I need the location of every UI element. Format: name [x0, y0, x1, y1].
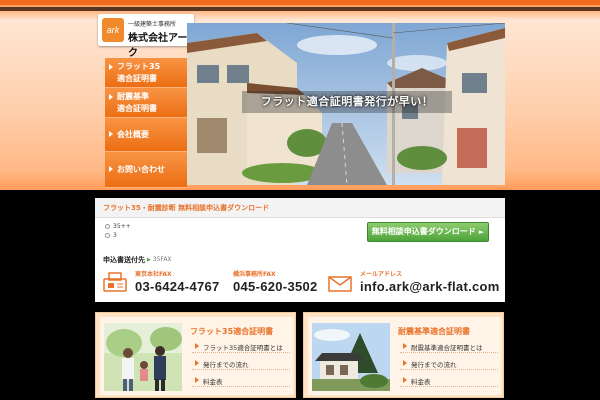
- nav-item-contact[interactable]: お問い合わせ: [105, 152, 187, 188]
- triangle-icon: ▶: [147, 257, 151, 263]
- card-link-label: 料金表: [203, 378, 223, 386]
- download-panel-header: フラット35・耐震診断 無料相談申込書ダウンロード: [95, 198, 505, 218]
- download-panel: フラット35・耐震診断 無料相談申込書ダウンロード 35++ 3 無料相談申込書…: [95, 198, 505, 302]
- card-title: フラット35適合証明書: [190, 327, 274, 336]
- card-link-label: 料金表: [411, 378, 431, 386]
- service-card-seismic: 耐震基準適合証明書 耐震基準適合証明書とは 発行までの流れ 料金表: [303, 312, 504, 398]
- radio-icon: [105, 233, 110, 238]
- contact-row: 東京本社FAX 03-6424-4767 横浜事務所FAX 045-620-35…: [95, 268, 505, 300]
- logo-subtitle: 一級建築士事務所: [128, 21, 177, 28]
- arrow-right-icon: [403, 377, 407, 383]
- card-title: 耐震基準適合証明書: [398, 327, 470, 336]
- arrow-right-icon: [195, 377, 199, 383]
- contact-label: 横浜事務所FAX: [233, 271, 276, 278]
- contact-tokyo-fax: 東京本社FAX 03-6424-4767: [103, 268, 223, 300]
- arrow-right-icon: [195, 360, 199, 366]
- logo-company-name: 株式会社アーク: [128, 33, 188, 59]
- radio-icon: [105, 224, 110, 229]
- nav-item-label: 会社概要: [117, 130, 149, 139]
- contact-label: 東京本社FAX: [135, 271, 172, 278]
- nav-item-label: 適合証明書: [117, 74, 157, 83]
- card-link-flow[interactable]: 発行までの流れ: [400, 357, 498, 370]
- option-label: 35++: [113, 223, 131, 230]
- contact-yokohama-fax: 横浜事務所FAX 045-620-3502: [223, 268, 343, 300]
- card-link-label: 発行までの流れ: [411, 361, 457, 369]
- card-link-about[interactable]: フラット35適合証明書とは: [192, 340, 290, 353]
- top-dark-strip: [0, 7, 600, 11]
- hero-banner: フラット適合証明書発行が早い！: [187, 23, 505, 185]
- nav-item-label: 耐震基準: [117, 92, 149, 101]
- company-logo[interactable]: ark 一級建築士事務所 株式会社アーク: [98, 14, 194, 59]
- top-accent-line: [0, 0, 600, 5]
- nav-item-seismic[interactable]: 耐震基準 適合証明書: [105, 88, 187, 118]
- contact-value[interactable]: 03-6424-4767: [135, 279, 220, 294]
- card-link-label: 耐震基準適合証明書とは: [411, 344, 483, 352]
- card-link-price[interactable]: 料金表: [192, 374, 290, 387]
- send-to-note: ▶ 35FAX: [147, 256, 172, 263]
- nav-item-label: お問い合わせ: [117, 165, 165, 174]
- family-photo: [104, 323, 182, 391]
- side-navigation: フラット35 適合証明書 耐震基準 適合証明書 会社概要 お問い合わせ: [105, 58, 187, 188]
- card-body: 耐震基準適合証明書 耐震基準適合証明書とは 発行までの流れ 料金表: [308, 317, 501, 395]
- card-link-label: フラット35適合証明書とは: [203, 344, 283, 352]
- contact-value[interactable]: 045-620-3502: [233, 279, 318, 294]
- card-link-price[interactable]: 料金表: [400, 374, 498, 387]
- service-card-flat35: フラット35適合証明書 フラット35適合証明書とは 発行までの流れ 料金表: [95, 312, 296, 398]
- option-radio[interactable]: 35++: [105, 223, 131, 230]
- option-label: 3: [113, 232, 117, 239]
- hero-caption: フラット適合証明書発行が早い！: [242, 91, 452, 113]
- card-link-flow[interactable]: 発行までの流れ: [192, 357, 290, 370]
- arrow-right-icon: [109, 94, 113, 100]
- download-button-label: 無料相談申込書ダウンロード: [371, 227, 476, 236]
- nav-item-label: 適合証明書: [117, 104, 157, 113]
- contact-email: メールアドレス info.ark@ark-flat.com: [328, 268, 503, 300]
- nav-item-flat35[interactable]: フラット35 適合証明書: [105, 58, 187, 88]
- card-body: フラット35適合証明書 フラット35適合証明書とは 発行までの流れ 料金表: [100, 317, 293, 395]
- arrow-right-icon: [403, 360, 407, 366]
- card-link-label: 発行までの流れ: [203, 361, 249, 369]
- japanese-house-photo: [312, 323, 390, 391]
- option-radio[interactable]: 3: [105, 232, 117, 239]
- arrow-right-icon: [109, 64, 113, 70]
- contact-value[interactable]: info.ark@ark-flat.com: [360, 279, 500, 294]
- send-to-label: 申込書送付先: [103, 256, 145, 264]
- download-form-button[interactable]: 無料相談申込書ダウンロード ►: [367, 222, 489, 242]
- nav-item-company[interactable]: 会社概要: [105, 118, 187, 152]
- send-note-text: 35FAX: [152, 256, 172, 263]
- arrow-right-icon: [403, 343, 407, 349]
- nav-item-label: フラット35: [117, 62, 161, 71]
- download-panel-title: フラット35・耐震診断 無料相談申込書ダウンロード: [103, 204, 270, 212]
- arrow-right-icon: [109, 131, 113, 137]
- chevron-right-icon: ►: [478, 228, 485, 236]
- card-link-about[interactable]: 耐震基準適合証明書とは: [400, 340, 498, 353]
- contact-label: メールアドレス: [360, 271, 403, 278]
- arrow-right-icon: [195, 343, 199, 349]
- mail-icon: [328, 276, 352, 292]
- logo-mark: ark: [102, 18, 124, 42]
- fax-icon: [103, 272, 127, 292]
- arrow-right-icon: [109, 166, 113, 172]
